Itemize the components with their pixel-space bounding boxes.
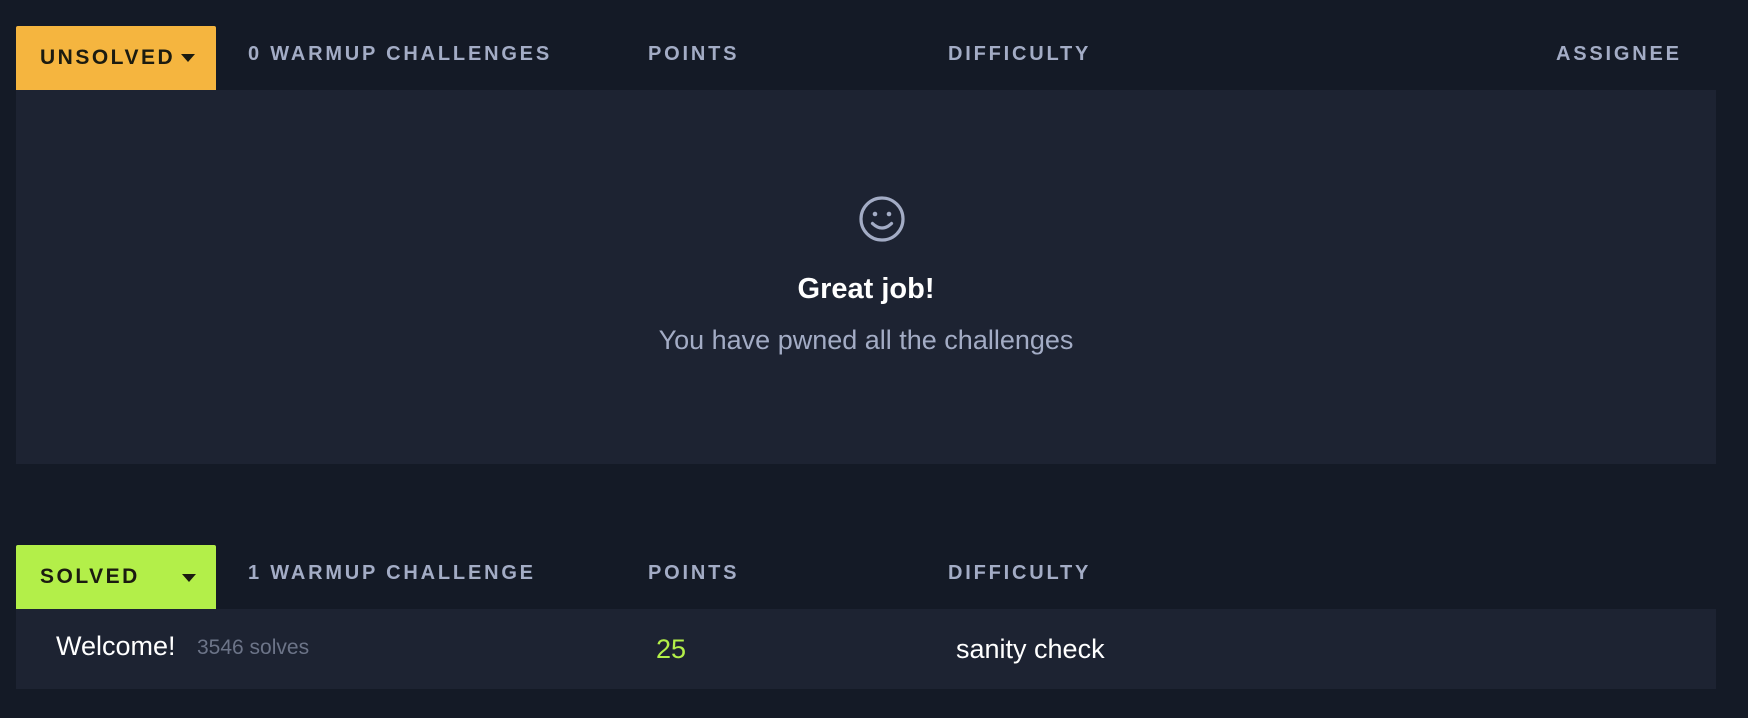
smile-icon xyxy=(859,196,905,242)
unsolved-filter-label: UNSOLVED xyxy=(40,46,176,69)
challenge-solves-count: 3546 solves xyxy=(197,636,310,659)
assignee-column-header[interactable]: ASSIGNEE xyxy=(1556,43,1682,66)
empty-state-title: Great job! xyxy=(797,273,935,305)
difficulty-column-header[interactable]: DIFFICULTY xyxy=(948,43,1091,66)
solved-filter-label: SOLVED xyxy=(40,565,140,588)
solved-filter-button[interactable]: SOLVED xyxy=(16,545,216,609)
challenge-difficulty: sanity check xyxy=(956,634,1105,664)
unsolved-empty-state: Great job! You have pwned all the challe… xyxy=(16,90,1716,464)
solved-section-header: SOLVED 1 WARMUP CHALLENGE POINTS DIFFICU… xyxy=(16,545,1716,609)
solved-count-label: 1 WARMUP CHALLENGE xyxy=(248,562,536,584)
challenge-row[interactable]: Welcome! 3546 solves 25 sanity check xyxy=(16,609,1716,689)
challenge-name: Welcome! xyxy=(56,631,176,661)
points-column-header[interactable]: POINTS xyxy=(648,562,739,585)
unsolved-section-header: UNSOLVED 0 WARMUP CHALLENGES POINTS DIFF… xyxy=(16,26,1716,90)
empty-state-message: You have pwned all the challenges xyxy=(658,325,1074,355)
challenge-points: 25 xyxy=(656,634,687,664)
challenges-page: UNSOLVED 0 WARMUP CHALLENGES POINTS DIFF… xyxy=(0,0,1748,718)
caret-down-icon xyxy=(181,54,196,62)
caret-down-icon xyxy=(182,574,196,582)
unsolved-filter-button[interactable]: UNSOLVED xyxy=(16,26,216,90)
unsolved-count-label: 0 WARMUP CHALLENGES xyxy=(248,43,552,65)
difficulty-column-header[interactable]: DIFFICULTY xyxy=(948,562,1091,585)
solved-challenge-list: Welcome! 3546 solves 25 sanity check xyxy=(16,609,1716,689)
points-column-header[interactable]: POINTS xyxy=(648,43,739,66)
